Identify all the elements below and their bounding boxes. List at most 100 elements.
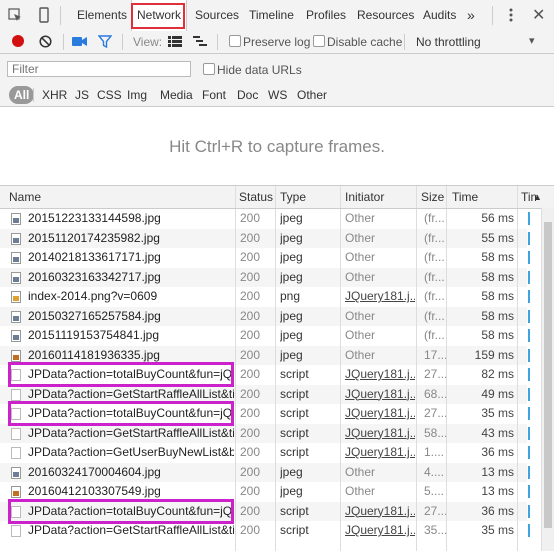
row-name: JPData?action=GetStartRaffleAllList&ti..… (28, 425, 234, 440)
row-initiator: Other (345, 211, 376, 225)
tab-timeline[interactable]: Timeline (249, 0, 294, 31)
filter-type-media[interactable]: Media (160, 86, 193, 104)
table-row[interactable]: 20160324170004604.jpg 200 jpeg Other 4.... 13… (0, 462, 530, 482)
filter-type-css[interactable]: CSS (97, 86, 122, 104)
table-row[interactable]: 20150327165257584.jpg 200 jpeg Other (fr... 5… (0, 306, 530, 326)
script-file-icon (11, 525, 21, 537)
preserve-log-checkbox[interactable] (229, 35, 241, 47)
waterfall-bar (528, 348, 530, 362)
image-file-icon (11, 213, 21, 225)
filter-type-js[interactable]: JS (75, 86, 89, 104)
column-header-time[interactable]: Time (452, 186, 478, 208)
column-header-size[interactable]: Size (421, 186, 444, 208)
camera-icon[interactable] (72, 36, 88, 50)
highlight-box (8, 401, 234, 426)
row-initiator: Other (345, 464, 376, 479)
row-initiator[interactable]: JQuery181.j... (345, 287, 415, 307)
filter-icon[interactable] (97, 35, 113, 51)
image-file-icon (11, 330, 21, 342)
table-row[interactable]: 20160323163342717.jpg 200 jpeg Other (fr... 5… (0, 267, 530, 287)
row-size: (fr... (424, 230, 445, 245)
large-rows-icon[interactable] (168, 36, 182, 50)
table-row[interactable]: JPData?action=GetStartRaffleAllList&ti..… (0, 521, 530, 541)
table-row[interactable]: 20151119153754841.jpg 200 jpeg Other (fr... 5… (0, 326, 530, 346)
hide-data-urls-label: Hide data URLs (217, 63, 302, 77)
throttling-select[interactable]: No throttling (416, 35, 481, 49)
row-name: 20150327165257584.jpg (28, 308, 161, 323)
disable-cache-checkbox[interactable] (313, 35, 325, 47)
row-time: 56 ms (481, 211, 514, 225)
filter-type-ws[interactable]: WS (268, 86, 287, 104)
filter-type-font[interactable]: Font (202, 86, 226, 104)
row-initiator: Other (345, 308, 376, 323)
row-type: script (280, 386, 309, 401)
table-row[interactable]: 20140218133617171.jpg 200 jpeg Other (fr... 5… (0, 248, 530, 268)
tab-elements[interactable]: Elements (77, 0, 127, 31)
waterfall-overview-icon[interactable] (193, 36, 207, 50)
more-tabs-icon[interactable]: » (467, 0, 475, 31)
waterfall-bar (528, 387, 530, 401)
highlight-box (8, 498, 234, 524)
waterfall-bar (528, 309, 530, 323)
scrollbar-thumb[interactable] (544, 222, 552, 528)
row-status: 200 (240, 230, 261, 245)
row-time: 35 ms (481, 406, 514, 420)
close-icon[interactable]: ✕ (532, 5, 545, 25)
table-row[interactable]: 20151120174235982.jpg 200 jpeg Other (fr... 5… (0, 228, 530, 248)
row-initiator[interactable]: JQuery181.j... (345, 521, 415, 541)
waterfall-bar (528, 524, 530, 537)
device-mode-icon[interactable] (38, 7, 50, 26)
table-row[interactable]: JPData?action=GetUserBuyNewList&bu... 200… (0, 443, 530, 463)
table-row[interactable]: 20151223133144598.jpg 200 jpeg Other (fr... 5… (0, 209, 530, 229)
column-header-type[interactable]: Type (280, 186, 306, 208)
waterfall-bar (528, 231, 530, 245)
column-header-name[interactable]: Name (9, 186, 41, 208)
table-row[interactable]: index-2014.png?v=0609 200 png JQuery181.j..… (0, 287, 530, 307)
filter-type-doc[interactable]: Doc (237, 86, 258, 104)
row-initiator[interactable]: JQuery181.j... (345, 502, 415, 522)
filter-type-img[interactable]: Img (127, 86, 147, 104)
row-type: jpeg (280, 464, 303, 479)
vertical-scrollbar[interactable] (541, 208, 554, 551)
sort-ascending-icon[interactable]: ▲ (533, 186, 542, 208)
menu-icon[interactable] (509, 8, 513, 25)
row-type: script (280, 445, 309, 459)
row-name: JPData?action=GetUserBuyNewList&bu... (28, 445, 234, 459)
row-status: 200 (240, 406, 261, 420)
preserve-log-label: Preserve log (243, 35, 311, 49)
row-time: 36 ms (481, 503, 514, 518)
inspect-element-icon[interactable] (8, 8, 22, 25)
table-header: Name Status Type Initiator Size Time Tim… (0, 186, 554, 209)
clear-icon[interactable] (39, 35, 52, 51)
tab-sources[interactable]: Sources (195, 0, 239, 31)
row-initiator[interactable]: JQuery181.j... (345, 443, 415, 463)
table-row[interactable]: JPData?action=GetStartRaffleAllList&ti..… (0, 423, 530, 444)
row-time: 36 ms (481, 445, 514, 459)
waterfall-bar (528, 446, 530, 459)
filter-type-xhr[interactable]: XHR (42, 86, 67, 104)
tab-resources[interactable]: Resources (357, 0, 414, 31)
waterfall-bar (528, 426, 530, 440)
column-divider (275, 209, 276, 551)
row-initiator[interactable]: JQuery181.j... (345, 385, 415, 405)
tab-profiles[interactable]: Profiles (306, 0, 346, 31)
record-icon[interactable] (12, 35, 24, 47)
column-header-initiator[interactable]: Initiator (345, 186, 384, 208)
waterfall-bar (528, 407, 530, 420)
filter-type-all[interactable]: All (9, 86, 35, 104)
image-file-icon (11, 271, 21, 284)
filter-input[interactable] (7, 61, 191, 77)
row-initiator[interactable]: JQuery181.j... (345, 424, 415, 444)
row-time: 159 ms (474, 347, 514, 362)
row-initiator[interactable]: JQuery181.j... (345, 365, 415, 385)
column-header-status[interactable]: Status (239, 186, 273, 208)
row-type: script (280, 406, 309, 420)
column-divider (517, 186, 518, 208)
column-divider (275, 186, 276, 208)
filter-type-other[interactable]: Other (297, 86, 327, 104)
chevron-down-icon[interactable]: ▾ (529, 34, 535, 47)
hide-data-urls-checkbox[interactable] (203, 63, 215, 75)
row-initiator[interactable]: JQuery181.j... (345, 404, 415, 424)
column-divider (340, 209, 341, 551)
tab-audits[interactable]: Audits (423, 0, 456, 31)
